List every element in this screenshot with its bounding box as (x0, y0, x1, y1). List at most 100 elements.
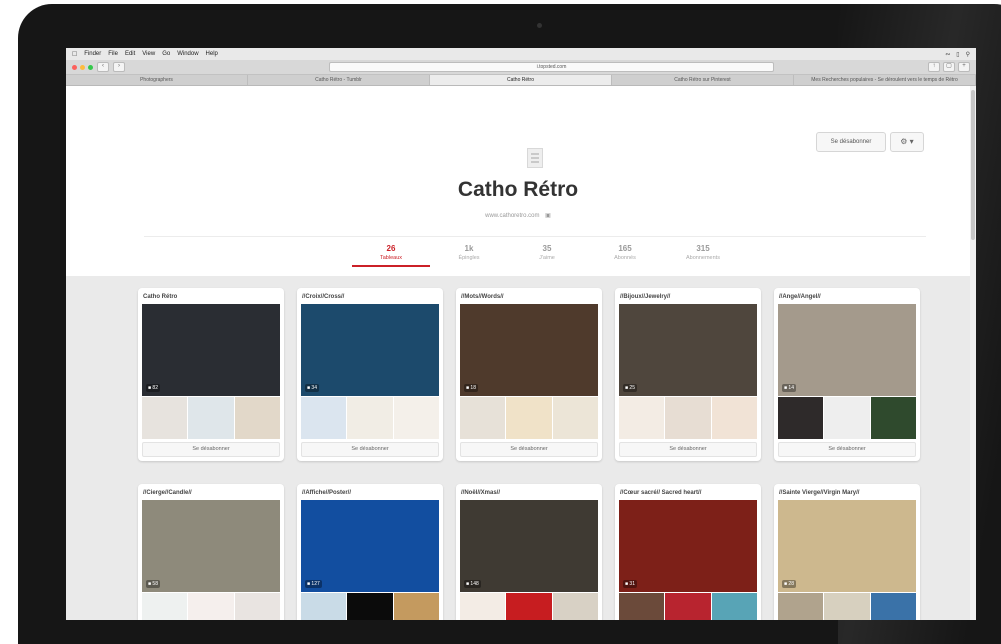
menu-item[interactable]: Finder (84, 51, 101, 57)
unfollow-button[interactable]: Se désabonner (816, 132, 886, 152)
board-card[interactable]: Catho Rétro ■ 82 Se désabonner (138, 288, 284, 461)
board-thumbnail[interactable] (347, 397, 393, 439)
board-card[interactable]: //Cierge//Candle//■ 58Se désabonner (138, 484, 284, 620)
board-thumbnail[interactable] (711, 593, 757, 620)
board-thumbnail[interactable] (870, 593, 916, 620)
tabs-icon[interactable]: ▢ (943, 62, 955, 72)
search-icon[interactable]: ⚲ (966, 51, 970, 58)
board-title[interactable]: //Cierge//Candle// (138, 484, 284, 500)
board-title[interactable]: //Sainte Vierge//Virgin Mary// (774, 484, 920, 500)
board-title[interactable]: //Mots//Words// (456, 288, 602, 304)
board-thumbnail[interactable] (619, 593, 665, 620)
forward-button[interactable]: › (113, 62, 125, 72)
battery-icon[interactable]: ▯ (956, 51, 959, 58)
board-thumbnail[interactable] (665, 397, 711, 439)
board-thumbnail[interactable] (460, 593, 506, 620)
board-unfollow-button[interactable]: Se désabonner (619, 442, 757, 457)
board-cover-image[interactable]: ■ 148 (460, 500, 598, 592)
stat-tab[interactable]: 26 Tableaux (352, 244, 430, 267)
board-thumbnail[interactable] (665, 593, 711, 620)
menu-item[interactable]: View (142, 51, 155, 57)
board-card[interactable]: //Cœur sacré// Sacred heart//■ 31Se désa… (615, 484, 761, 620)
board-thumbnail[interactable] (870, 397, 916, 439)
board-title[interactable]: //Affiche//Poster// (297, 484, 443, 500)
board-thumbnail[interactable] (552, 593, 598, 620)
board-cover-image[interactable]: ■ 14 (778, 304, 916, 396)
menu-item[interactable]: Window (177, 51, 198, 57)
apple-icon[interactable]:  (72, 51, 77, 58)
board-thumbnail[interactable] (142, 397, 188, 439)
settings-button[interactable]: ⚙ ▾ (890, 132, 924, 152)
board-card[interactable]: //Ange//Angel// ■ 14 Se désabonner (774, 288, 920, 461)
menu-item[interactable]: Edit (125, 51, 135, 57)
share-icon[interactable]: ↑ (928, 62, 940, 72)
avatar[interactable] (527, 148, 543, 168)
board-unfollow-button[interactable]: Se désabonner (301, 442, 439, 457)
wifi-icon[interactable]: ∾ (945, 51, 950, 58)
board-title[interactable]: //Cœur sacré// Sacred heart// (615, 484, 761, 500)
board-thumbnail[interactable] (301, 593, 347, 620)
board-thumbnail[interactable] (824, 397, 870, 439)
browser-tab[interactable]: Catho Rétro sur Pinterest (612, 75, 794, 85)
browser-tab[interactable]: Catho Rétro - Tumblr (248, 75, 430, 85)
board-thumbnail[interactable] (778, 397, 824, 439)
stat-tab[interactable]: 315 Abonnements (664, 244, 742, 267)
board-thumbnail[interactable] (301, 397, 347, 439)
board-title[interactable]: //Croix//Cross// (297, 288, 443, 304)
board-cover-image[interactable]: ■ 25 (619, 304, 757, 396)
board-thumbnail[interactable] (506, 397, 552, 439)
board-cover-image[interactable]: ■ 34 (301, 304, 439, 396)
board-thumbnail[interactable] (347, 593, 393, 620)
browser-tab-active[interactable]: Catho Rétro (430, 75, 612, 85)
menu-item[interactable]: Help (206, 51, 218, 57)
browser-tab[interactable]: Photographers (66, 75, 248, 85)
board-cover-image[interactable]: ■ 127 (301, 500, 439, 592)
menu-item[interactable]: File (108, 51, 118, 57)
close-icon[interactable] (72, 64, 77, 70)
board-card[interactable]: //Sainte Vierge//Virgin Mary//■ 28Se dés… (774, 484, 920, 620)
board-thumbnail[interactable] (234, 397, 280, 439)
board-unfollow-button[interactable]: Se désabonner (460, 442, 598, 457)
scrollbar-thumb[interactable] (971, 90, 975, 240)
board-card[interactable]: //Noël//Xmas//■ 148Se désabonner (456, 484, 602, 620)
board-cover-image[interactable]: ■ 82 (142, 304, 280, 396)
board-cover-image[interactable]: ■ 31 (619, 500, 757, 592)
board-thumbnail[interactable] (619, 397, 665, 439)
board-thumbnail[interactable] (778, 593, 824, 620)
board-title[interactable]: //Noël//Xmas// (456, 484, 602, 500)
board-thumbnail[interactable] (711, 397, 757, 439)
minimize-icon[interactable] (80, 64, 85, 70)
stat-tab[interactable]: 35 J'aime (508, 244, 586, 267)
board-thumbnail[interactable] (142, 593, 188, 620)
board-thumbnail[interactable] (552, 397, 598, 439)
stat-tab[interactable]: 1k Épingles (430, 244, 508, 267)
board-thumbnail[interactable] (824, 593, 870, 620)
board-card[interactable]: //Affiche//Poster//■ 127Se désabonner (297, 484, 443, 620)
board-title[interactable]: Catho Rétro (138, 288, 284, 304)
board-card[interactable]: //Bijoux//Jewelry// ■ 25 Se désabonner (615, 288, 761, 461)
stat-tab[interactable]: 165 Abonnés (586, 244, 664, 267)
board-title[interactable]: //Bijoux//Jewelry// (615, 288, 761, 304)
scrollbar[interactable] (970, 86, 976, 620)
board-thumbnail[interactable] (234, 593, 280, 620)
board-thumbnail[interactable] (188, 593, 234, 620)
board-cover-image[interactable]: ■ 18 (460, 304, 598, 396)
new-tab-button[interactable]: + (958, 62, 970, 72)
board-unfollow-button[interactable]: Se désabonner (778, 442, 916, 457)
board-thumbnail[interactable] (393, 397, 439, 439)
board-card[interactable]: //Mots//Words// ■ 18 Se désabonner (456, 288, 602, 461)
address-bar[interactable]: i.topsted.com (329, 62, 774, 72)
board-unfollow-button[interactable]: Se désabonner (142, 442, 280, 457)
board-thumbnail[interactable] (506, 593, 552, 620)
board-title[interactable]: //Ange//Angel// (774, 288, 920, 304)
external-link-icon[interactable]: ▣ (545, 213, 551, 219)
maximize-icon[interactable] (88, 64, 93, 70)
browser-tab[interactable]: Mes Recherches populaires - Se déroulent… (794, 75, 976, 85)
board-thumbnail[interactable] (393, 593, 439, 620)
profile-url[interactable]: www.cathoretro.com (485, 213, 539, 219)
back-button[interactable]: ‹ (97, 62, 109, 72)
board-card[interactable]: //Croix//Cross// ■ 34 Se désabonner (297, 288, 443, 461)
board-thumbnail[interactable] (188, 397, 234, 439)
board-cover-image[interactable]: ■ 28 (778, 500, 916, 592)
menu-item[interactable]: Go (162, 51, 170, 57)
